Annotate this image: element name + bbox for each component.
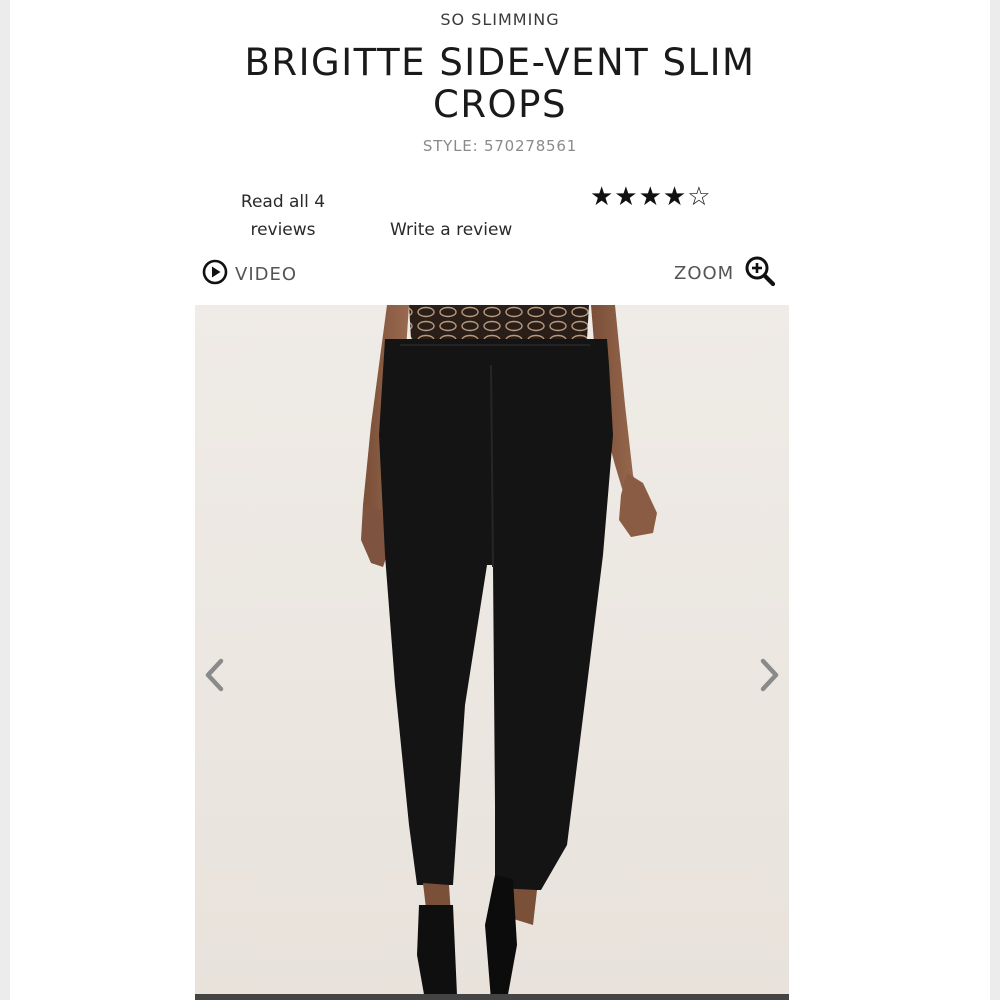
chevron-left-icon [205,658,224,692]
previous-image-arrow[interactable] [199,655,229,695]
product-page: SO SLIMMING BRIGITTE SIDE-VENT SLIM CROP… [10,0,990,1000]
style-number: STYLE: 570278561 [422,137,578,155]
model-wearing-pants-illustration [361,305,657,1000]
play-icon [202,259,228,289]
write-review-link[interactable]: Write a review [390,216,512,244]
zoom-label: ZOOM [674,262,735,284]
image-bottom-bar [195,994,789,1000]
collection-label: SO SLIMMING [440,10,560,29]
read-all-reviews-link[interactable]: Read all 4 reviews [223,188,343,244]
chevron-right-icon [760,658,779,692]
star-rating[interactable]: ★★★★☆ [590,182,712,212]
zoom-in-icon [744,255,776,291]
next-image-arrow[interactable] [755,655,785,695]
video-label: VIDEO [235,263,298,285]
zoom-button[interactable]: ZOOM [674,255,776,291]
product-title: BRIGITTE SIDE-VENT SLIM CROPS [244,41,756,126]
product-image[interactable] [195,305,789,1000]
video-button[interactable]: VIDEO [202,259,297,289]
